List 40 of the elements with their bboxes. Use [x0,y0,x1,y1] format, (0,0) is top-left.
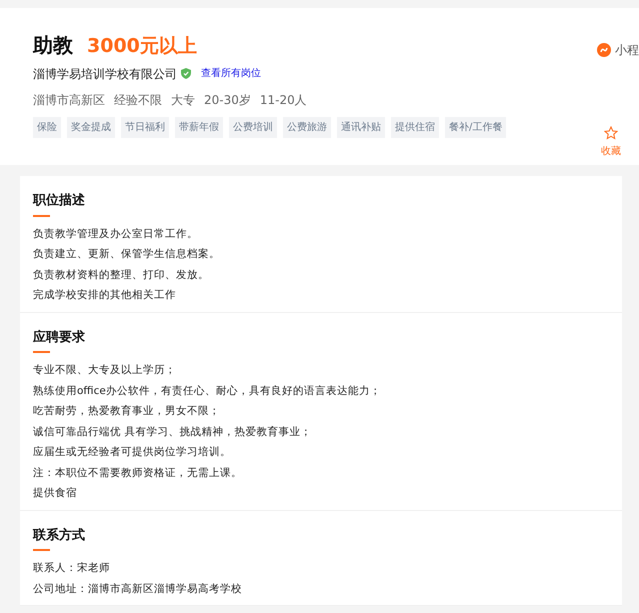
section-text: 诚信可靠品行端优 具有学习、挑战精神，热爱教育事业； [33,424,312,440]
section-text: 负责教学管理及办公室日常工作。 [33,226,199,242]
star-icon [604,126,618,140]
section-title: 职位描述 [33,192,86,210]
section-title: 联系方式 [33,526,86,544]
salary: 3000元以上 [87,34,197,59]
title-underline [33,214,50,216]
section-text: 负责教材资料的整理、打印、发放。 [33,268,210,282]
benefit-tag: 公费旅游 [283,116,331,138]
mini-program-link[interactable]: 小程 [615,41,639,59]
job-meta: 20-30岁 [204,92,251,108]
section-text: 完成学校安排的其他相关工作 [33,288,177,303]
all-jobs-link[interactable]: 查看所有岗位 [201,66,261,81]
benefit-tag: 带薪年假 [175,116,223,138]
benefit-tag: 公费培训 [229,116,277,138]
section-text: 注：本职位不需要教师资格证，无需上课。 [33,466,243,480]
section-title: 应聘要求 [33,328,86,346]
section-text: 负责建立、更新、保管学生信息档案。 [33,247,221,262]
section-text: 吃苦耐劳，热爱教育事业，男女不限； [33,404,221,419]
benefit-tag: 提供住宿 [391,116,439,138]
mini-program-icon [597,43,611,57]
section-text: 专业不限、大专及以上学历； [33,363,177,378]
job-title: 助教 [33,32,73,59]
job-meta: 经验不限 [114,92,162,108]
benefit-tag: 通讯补贴 [337,116,385,138]
benefit-tag: 餐补/工作餐 [445,116,506,138]
section-text: 应届生或无经验者可提供岗位学习培训。 [33,445,232,460]
section-text: 公司地址：淄博市高新区淄博学易高考学校 [33,582,243,596]
section-text: 熟练使用office办公软件，有责任心、耐心，具有良好的语言表达能力； [33,384,382,398]
job-meta: 大专 [171,92,195,108]
section-text: 联系人：宋老师 [33,561,111,576]
title-underline [33,351,50,353]
benefit-tag: 保险 [33,116,61,138]
section-text: 提供食宿 [33,486,78,501]
benefit-tag: 奖金提成 [67,116,115,138]
title-underline [33,549,50,551]
company-name[interactable]: 淄博学易培训学校有限公司 [33,64,177,82]
job-meta: 淄博市高新区 [33,92,105,108]
benefit-tag: 节日福利 [121,116,169,138]
job-meta: 11-20人 [260,92,307,108]
